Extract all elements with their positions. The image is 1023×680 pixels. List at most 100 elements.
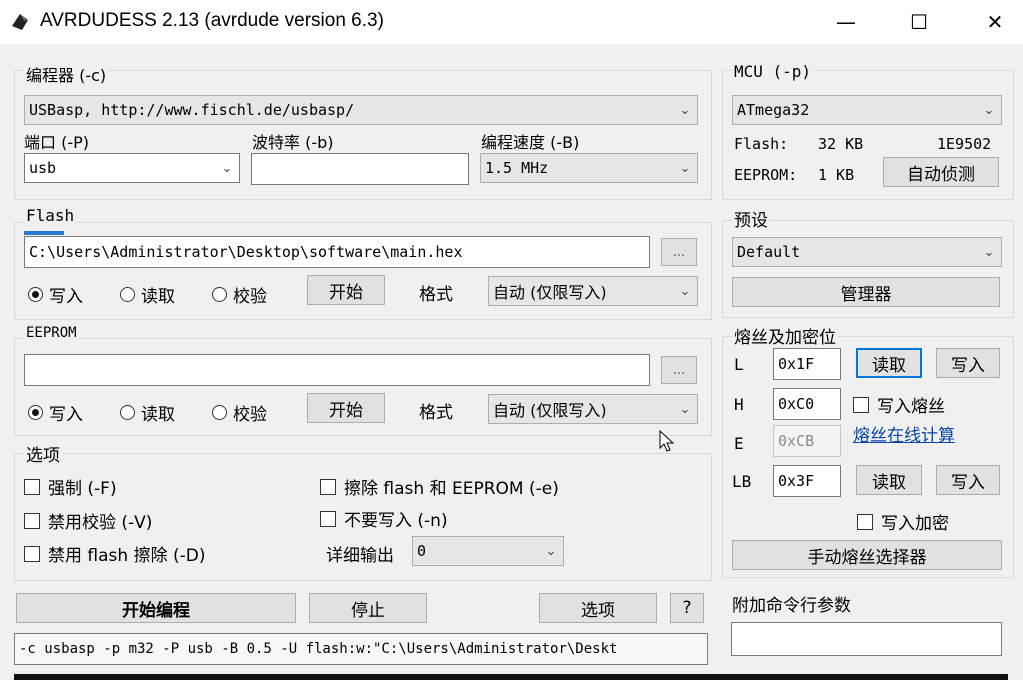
fuse-l-input[interactable]: 0x1F: [773, 348, 841, 380]
flash-write-radio[interactable]: 写入: [28, 282, 83, 307]
app-icon: [10, 12, 30, 32]
flash-verify-label: 校验: [233, 287, 267, 307]
disable-verify-checkbox[interactable]: 禁用校验 (-V): [24, 508, 152, 533]
checkbox-icon: [24, 478, 40, 495]
chevron-down-icon: ⌄: [983, 244, 995, 260]
erase-label: 擦除 flash 和 EEPROM (-e): [344, 479, 559, 499]
fuse-calculator-link[interactable]: 熔丝在线计算: [853, 421, 955, 446]
options-group-label: 选项: [24, 441, 62, 466]
radio-unchecked-icon: [212, 405, 227, 420]
bitclock-select[interactable]: 1.5 MHz ⌄: [480, 153, 698, 183]
help-button[interactable]: ?: [670, 593, 704, 623]
title-bar: AVRDUDESS 2.13 (avrdude version 6.3) — ☐…: [0, 0, 1023, 44]
eeprom-group-label: EEPROM: [24, 325, 79, 341]
eeprom-go-button[interactable]: 开始: [307, 393, 385, 423]
no-write-label: 不要写入 (-n): [344, 511, 448, 531]
options-button[interactable]: 选项: [539, 593, 657, 623]
checkbox-icon: [24, 512, 40, 529]
mcu-select[interactable]: ATmega32 ⌄: [732, 95, 1002, 125]
baud-input[interactable]: [251, 153, 469, 185]
fuse-lb-input[interactable]: 0x3F: [773, 465, 841, 497]
auto-detect-button[interactable]: 自动侦测: [883, 157, 999, 187]
program-button[interactable]: 开始编程: [16, 593, 296, 623]
eeprom-write-radio[interactable]: 写入: [28, 400, 83, 425]
programmer-select[interactable]: USBasp, http://www.fischl.de/usbasp/ ⌄: [24, 95, 698, 125]
fuses-group-label: 熔丝及加密位: [732, 323, 838, 348]
chevron-down-icon: ⌄: [545, 543, 557, 559]
eeprom-size-value: 1 KB: [818, 166, 855, 184]
radio-unchecked-icon: [212, 287, 227, 302]
disable-flash-erase-checkbox[interactable]: 禁用 flash 擦除 (-D): [24, 541, 205, 566]
eeprom-size-label: EEPROM:: [734, 166, 798, 184]
preset-value: Default: [737, 243, 801, 261]
fuse-h-label: H: [734, 395, 744, 414]
mouse-cursor-icon: [659, 429, 675, 454]
flash-go-button[interactable]: 开始: [307, 275, 385, 305]
stop-button[interactable]: 停止: [309, 593, 427, 623]
chevron-down-icon: ⌄: [679, 102, 691, 118]
write-lock-checkbox[interactable]: 写入加密: [857, 509, 949, 534]
flash-write-label: 写入: [49, 287, 83, 307]
chevron-down-icon: ⌄: [679, 283, 691, 299]
radio-unchecked-icon: [120, 287, 135, 302]
flash-size-label: Flash:: [734, 135, 789, 153]
additional-args-input[interactable]: [731, 622, 1002, 656]
radio-unchecked-icon: [120, 405, 135, 420]
fuse-h-input[interactable]: 0xC0: [773, 388, 841, 420]
eeprom-read-radio[interactable]: 读取: [120, 400, 175, 425]
bitclock-value: 1.5 MHz: [485, 159, 549, 177]
baud-label: 波特率 (-b): [252, 133, 334, 152]
radio-checked-icon: [28, 405, 43, 420]
write-fuses-checkbox[interactable]: 写入熔丝: [853, 392, 945, 417]
eeprom-format-select[interactable]: 自动 (仅限写入) ⌄: [488, 394, 698, 424]
mcu-group-label: MCU (-p): [732, 62, 814, 81]
flash-format-select[interactable]: 自动 (仅限写入) ⌄: [488, 276, 698, 306]
eeprom-verify-radio[interactable]: 校验: [212, 400, 267, 425]
bitclock-label: 编程速度 (-B): [481, 133, 580, 152]
lock-read-button[interactable]: 读取: [856, 465, 922, 495]
eeprom-read-label: 读取: [141, 405, 175, 425]
eeprom-browse-button[interactable]: ...: [661, 356, 697, 384]
flash-verify-radio[interactable]: 校验: [212, 282, 267, 307]
lock-write-button[interactable]: 写入: [936, 465, 1000, 495]
maximize-button[interactable]: ☐: [891, 0, 947, 44]
close-button[interactable]: ✕: [967, 0, 1023, 44]
programmer-group-label: 编程器 (-c): [24, 62, 109, 86]
flash-browse-button[interactable]: ...: [661, 238, 697, 266]
verbosity-label: 详细输出: [326, 546, 394, 566]
eeprom-format-value: 自动 (仅限写入): [493, 401, 607, 420]
write-fuses-label: 写入熔丝: [877, 397, 945, 417]
verbosity-value: 0: [417, 542, 427, 560]
fuses-write-button[interactable]: 写入: [936, 348, 1000, 378]
window-title: AVRDUDESS 2.13 (avrdude version 6.3): [40, 10, 384, 31]
fuses-read-button[interactable]: 读取: [856, 348, 922, 378]
no-write-checkbox[interactable]: 不要写入 (-n): [320, 506, 448, 531]
programmer-value: USBasp, http://www.fischl.de/usbasp/: [29, 101, 355, 119]
force-checkbox[interactable]: 强制 (-F): [24, 474, 117, 499]
flash-read-radio[interactable]: 读取: [120, 282, 175, 307]
flash-file-input[interactable]: C:\Users\Administrator\Desktop\software\…: [24, 236, 650, 268]
flash-group-label: Flash: [24, 206, 77, 225]
eeprom-file-input[interactable]: [24, 354, 650, 386]
fuse-selector-button[interactable]: 手动熔丝选择器: [732, 540, 1002, 570]
eeprom-format-label: 格式: [419, 403, 453, 423]
erase-checkbox[interactable]: 擦除 flash 和 EEPROM (-e): [320, 474, 559, 499]
presets-group-label: 预设: [732, 206, 770, 231]
mcu-value: ATmega32: [737, 101, 810, 119]
flash-read-label: 读取: [141, 287, 175, 307]
port-select[interactable]: usb ⌄: [24, 153, 240, 183]
write-lock-label: 写入加密: [881, 514, 949, 534]
minimize-button[interactable]: —: [818, 0, 874, 44]
verbosity-select[interactable]: 0 ⌄: [412, 536, 564, 566]
preset-manager-button[interactable]: 管理器: [732, 277, 1000, 307]
port-value: usb: [29, 159, 57, 177]
checkbox-icon: [320, 510, 336, 527]
fuse-e-input[interactable]: 0xCB: [773, 425, 841, 457]
flash-format-value: 自动 (仅限写入): [493, 283, 607, 302]
fuse-l-label: L: [734, 355, 744, 374]
preset-select[interactable]: Default ⌄: [732, 237, 1002, 267]
disable-flash-erase-label: 禁用 flash 擦除 (-D): [48, 546, 206, 566]
chevron-down-icon: ⌄: [679, 160, 691, 176]
radio-checked-icon: [28, 287, 43, 302]
chevron-down-icon: ⌄: [679, 401, 691, 417]
